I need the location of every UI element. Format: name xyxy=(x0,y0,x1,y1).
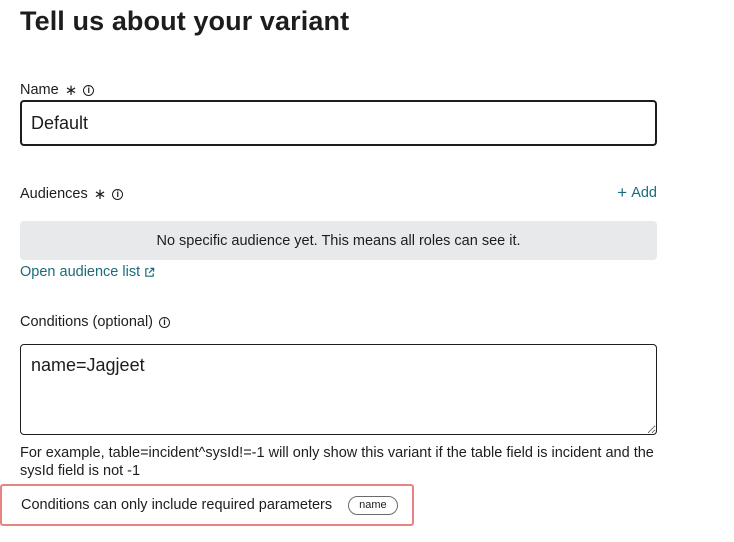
external-link-icon xyxy=(145,267,155,277)
audiences-label: Audiences xyxy=(20,186,88,202)
info-icon[interactable]: i xyxy=(159,316,170,328)
add-audience-button[interactable]: + Add xyxy=(617,184,657,201)
required-icon: ∗ xyxy=(93,186,107,203)
name-label: Name xyxy=(20,82,59,98)
conditions-label-row: Conditions (optional) i xyxy=(20,314,170,330)
conditions-label: Conditions (optional) xyxy=(20,314,153,330)
open-audience-list-label: Open audience list xyxy=(20,264,141,280)
plus-icon: + xyxy=(617,183,628,202)
conditions-helper-text: For example, table=incident^sysId!=-1 wi… xyxy=(20,445,654,479)
open-audience-list-link[interactable]: Open audience list xyxy=(20,264,155,280)
conditions-textarea[interactable]: name=Jagjeet xyxy=(20,344,657,435)
required-parameters-note: Conditions can only include required par… xyxy=(0,484,414,526)
audiences-label-row: Audiences ∗ i xyxy=(20,185,124,203)
required-parameters-text: Conditions can only include required par… xyxy=(21,497,333,513)
audience-empty-message: No specific audience yet. This means all… xyxy=(156,232,521,249)
add-audience-label: Add xyxy=(631,184,657,201)
parameter-tag: name xyxy=(348,495,398,515)
name-label-row: Name ∗ i xyxy=(20,81,95,99)
required-icon: ∗ xyxy=(64,82,78,99)
audience-empty-state: No specific audience yet. This means all… xyxy=(20,221,657,260)
info-icon[interactable]: i xyxy=(83,84,95,96)
page-title: Tell us about your variant xyxy=(20,6,350,36)
info-icon[interactable]: i xyxy=(112,188,124,200)
name-input[interactable] xyxy=(20,100,657,146)
